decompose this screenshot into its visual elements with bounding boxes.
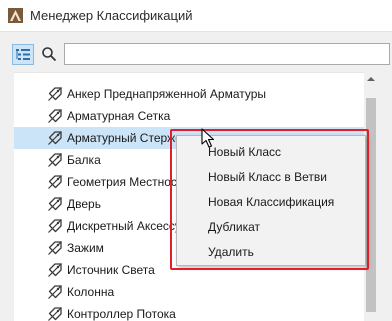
classification-tag-icon [48, 307, 62, 321]
tree-item-label: Балка [67, 153, 101, 167]
tree-item[interactable]: Анкер Преднапряженной Арматуры [14, 83, 364, 105]
classification-tag-icon [48, 175, 62, 189]
classification-tag-icon [48, 153, 62, 167]
classification-tag-icon [48, 263, 62, 277]
classification-tag-icon [48, 109, 62, 123]
tree-view-toggle-button[interactable] [12, 44, 34, 65]
tree-item-label: Источник Света [67, 263, 155, 277]
classification-tag-icon [48, 197, 62, 211]
context-menu-highlight-frame [170, 129, 369, 270]
tree-item[interactable]: Арматурная Сетка [14, 105, 364, 127]
archicad-app-icon [8, 8, 23, 23]
tree-item-label: Анкер Преднапряженной Арматуры [67, 87, 267, 101]
tree-item[interactable]: Контроллер Потока [14, 303, 364, 321]
tree-item-label: Зажим [67, 241, 104, 255]
tree-item-label: Контроллер Потока [67, 307, 176, 321]
mouse-cursor-icon [201, 128, 215, 148]
classification-tag-icon [48, 131, 62, 145]
tree-item-label: Арматурная Сетка [67, 109, 171, 123]
tree-item[interactable]: Колонна [14, 281, 364, 303]
scroll-up-arrow-icon[interactable] [364, 72, 378, 86]
tree-view-icon [16, 49, 30, 60]
tree-item-label: Дверь [67, 197, 101, 211]
title-bar: Менеджер Классификаций [0, 0, 392, 32]
search-input[interactable] [64, 43, 390, 65]
classification-tag-icon [48, 87, 62, 101]
tree-item-label: Колонна [67, 285, 115, 299]
window-title: Менеджер Классификаций [30, 8, 193, 23]
classification-tag-icon [48, 219, 62, 233]
search-icon [42, 47, 57, 62]
classification-tag-icon [48, 285, 62, 299]
classification-tag-icon [48, 241, 62, 255]
